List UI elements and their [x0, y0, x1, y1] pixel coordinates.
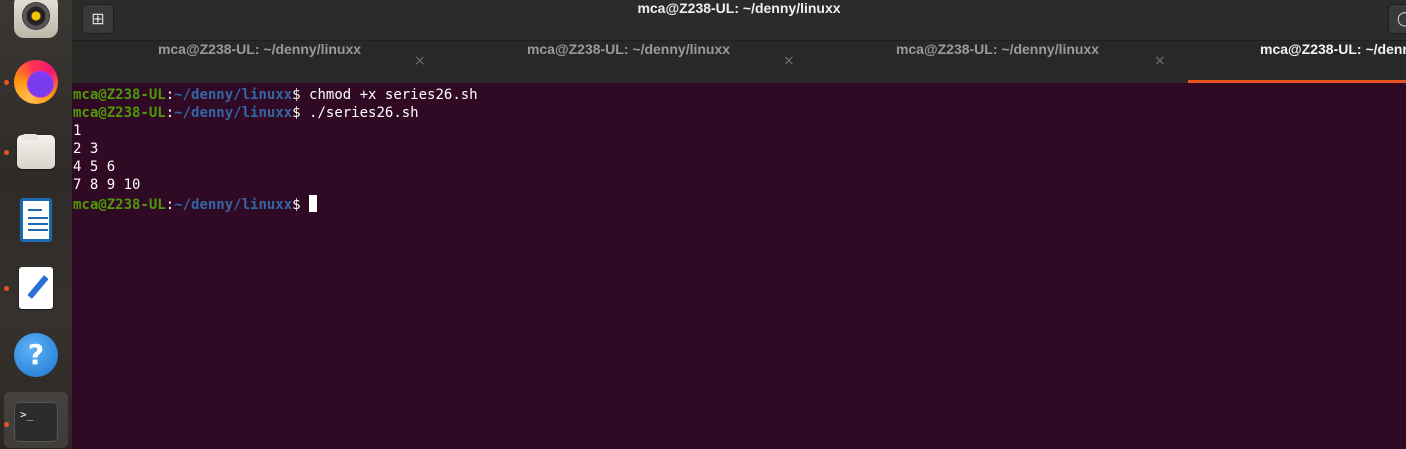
running-indicator: [4, 80, 9, 85]
prompt-user-host: mca@Z238-UL: [73, 196, 166, 213]
tab-label: mca@Z238-UL: ~/denny/linuxx: [895, 41, 1100, 57]
prompt-path: ~/denny/linuxx: [174, 196, 293, 213]
new-tab-button[interactable]: ⊞: [82, 4, 114, 34]
window-title: mca@Z238-UL: ~/denny/linuxx: [637, 0, 841, 16]
tab-active[interactable]: mca@Z238-UL: ~/denny/linuxx: [1179, 41, 1406, 83]
prompt-path: ~/denny/linuxx: [174, 87, 293, 103]
running-indicator: [4, 422, 9, 427]
prompt-separator: :: [165, 87, 175, 103]
new-tab-icon: ⊞: [91, 9, 105, 28]
search-button[interactable]: ◯: [1388, 4, 1406, 34]
command-text: chmod +x series26.sh: [309, 87, 478, 103]
prompt-symbol: $: [292, 105, 310, 122]
tab-label: mca@Z238-UL: ~/denny/linuxx: [526, 41, 731, 57]
tab-close-icon[interactable]: ×: [1154, 41, 1166, 81]
running-indicator: [4, 150, 9, 155]
output-line: 7 8 9 10: [73, 177, 141, 194]
firefox-icon[interactable]: [12, 58, 60, 106]
libreoffice-writer-icon[interactable]: [12, 196, 60, 244]
prompt-user-host: mca@Z238-UL: [73, 87, 166, 103]
prompt-symbol: $: [292, 87, 310, 103]
tab-close-icon[interactable]: ×: [414, 41, 426, 81]
command-text: ./series26.sh: [309, 105, 419, 122]
tab-close-icon[interactable]: ×: [783, 41, 795, 81]
output-line: 2 3: [73, 141, 99, 158]
text-cursor: [309, 194, 318, 212]
tab-label: mca@Z238-UL: ~/denny/linuxx: [157, 41, 362, 57]
header-bar: mca@Z238-UL: ~/denny/linuxx ⊞ ◯: [72, 0, 1406, 41]
terminal-output[interactable]: mca@Z238-UL:~/denny/linuxx$ chmod +x ser…: [72, 83, 1406, 449]
output-line: 1: [73, 123, 82, 140]
tab[interactable]: mca@Z238-UL: ~/denny/linuxx ×: [441, 41, 810, 83]
search-icon: ◯: [1397, 11, 1406, 27]
files-icon[interactable]: [12, 128, 60, 176]
prompt-path: ~/denny/linuxx: [174, 105, 293, 122]
terminal-line: mca@Z238-UL:~/denny/linuxx$ chmod +x ser…: [73, 86, 1406, 104]
output-line: 4 5 6: [73, 159, 116, 176]
terminal-icon[interactable]: >_: [12, 399, 60, 447]
tab[interactable]: mca@Z238-UL: ~/denny/linuxx ×: [810, 41, 1179, 83]
tab-bar: mca@Z238-UL: ~/denny/linuxx × mca@Z238-U…: [72, 41, 1406, 83]
terminal-line: mca@Z238-UL:~/denny/linuxx$: [73, 194, 1406, 213]
running-indicator: [4, 286, 9, 291]
prompt-separator: :: [165, 105, 175, 122]
tab[interactable]: mca@Z238-UL: ~/denny/linuxx ×: [72, 41, 441, 83]
terminal-line: mca@Z238-UL:~/denny/linuxx$ ./series26.s…: [73, 104, 1406, 122]
prompt-symbol: $: [292, 196, 310, 213]
rhythmbox-icon[interactable]: [14, 0, 58, 38]
tab-label: mca@Z238-UL: ~/denny/linuxx: [1260, 41, 1406, 57]
dock: ? >_: [0, 0, 72, 449]
help-icon[interactable]: ?: [12, 331, 60, 379]
prompt-separator: :: [165, 196, 175, 213]
text-editor-icon[interactable]: [12, 264, 60, 312]
prompt-user-host: mca@Z238-UL: [73, 105, 166, 122]
